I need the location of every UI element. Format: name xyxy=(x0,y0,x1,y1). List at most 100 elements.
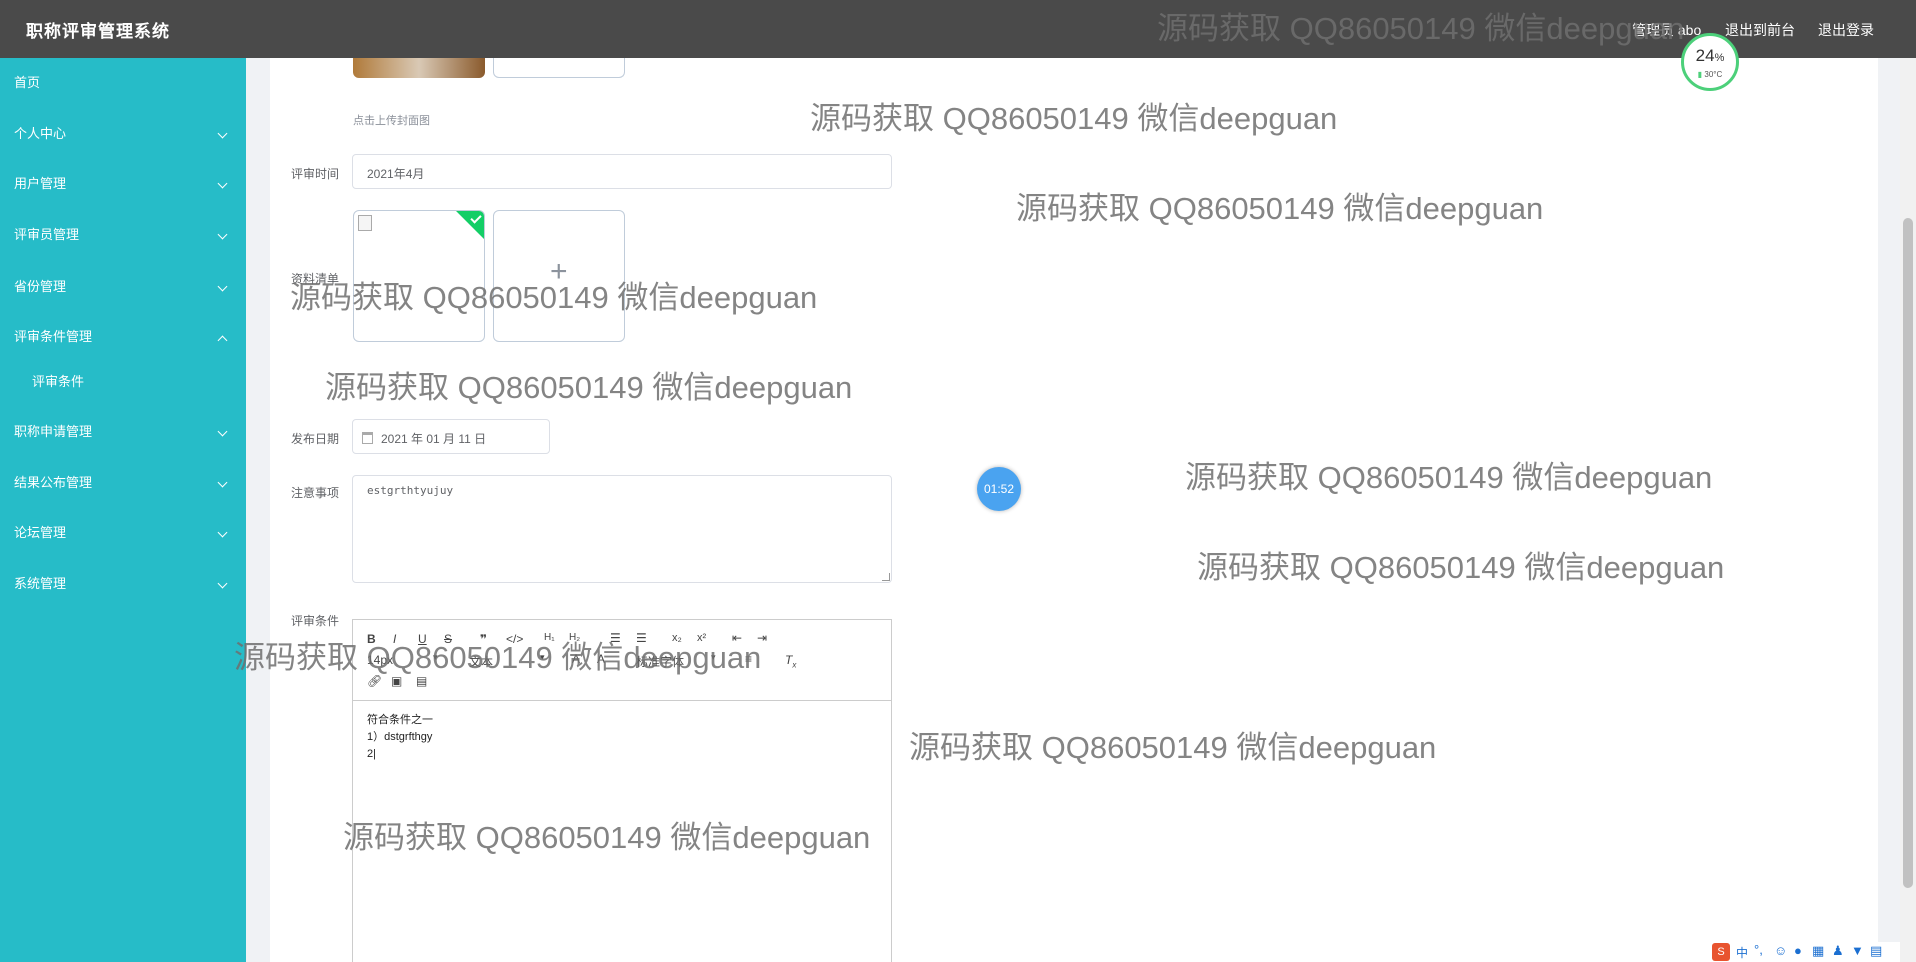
battery-widget[interactable]: 24% ▮ 30°C xyxy=(1681,33,1739,91)
sidebar-item-label: 省份管理 xyxy=(14,279,67,294)
sidebar-item-user-management[interactable]: 用户管理 xyxy=(0,164,246,204)
top-header: 职称评审管理系统 管理员 abo 退出到前台 退出登录 xyxy=(0,0,1916,58)
ime-skin-icon[interactable]: ▼ xyxy=(1851,943,1864,958)
page-scrollbar[interactable] xyxy=(1900,58,1916,962)
font-size-select[interactable]: 14px xyxy=(367,653,393,667)
chevron-up-icon xyxy=(217,335,228,346)
sidebar-item-label: 评审条件 xyxy=(32,374,85,389)
sidebar-item-label: 首页 xyxy=(14,75,41,90)
sidebar-item-review-conditions[interactable]: 评审条件 xyxy=(0,362,246,402)
chevron-down-icon xyxy=(217,128,228,139)
editor-content[interactable]: 符合条件之一 1）dstgrfthgy 2| xyxy=(367,712,433,763)
italic-icon[interactable]: I xyxy=(393,632,396,646)
logout-link[interactable]: 退出登录 xyxy=(1818,20,1874,40)
clear-format-icon[interactable]: Tx xyxy=(785,653,796,669)
background-color-icon[interactable]: A xyxy=(597,652,605,666)
chevron-down-icon xyxy=(217,281,228,292)
font-family-select[interactable]: 标准字体 xyxy=(636,653,684,670)
ordered-list-icon[interactable]: ☰ xyxy=(610,631,621,645)
sidebar-item-label: 系统管理 xyxy=(14,576,67,591)
font-type-select[interactable]: 文本 xyxy=(469,653,493,670)
ime-chinese-mode-icon[interactable]: 中 xyxy=(1736,944,1748,961)
sidebar-item-home[interactable]: 首页 xyxy=(0,63,246,103)
strikethrough-icon[interactable]: S xyxy=(444,632,452,646)
editor-line: 2| xyxy=(367,748,376,760)
outdent-icon[interactable]: ⇤ xyxy=(732,631,742,645)
ime-punctuation-icon[interactable]: °, xyxy=(1754,942,1763,957)
sidebar-item-title-application-management[interactable]: 职称申请管理 xyxy=(0,412,246,452)
sidebar-item-label: 评审条件管理 xyxy=(14,329,93,344)
bullet-list-icon[interactable]: ☰ xyxy=(636,631,647,645)
video-icon[interactable]: ▤ xyxy=(416,674,427,688)
sidebar-item-results-management[interactable]: 结果公布管理 xyxy=(0,463,246,503)
chevron-down-icon: ▾ xyxy=(433,652,438,662)
sidebar-item-forum-management[interactable]: 论坛管理 xyxy=(0,513,246,553)
bold-icon[interactable]: B xyxy=(367,632,376,646)
publish-date-input[interactable]: 2021 年 01 月 11 日 xyxy=(352,419,550,454)
temperature-text: 30°C xyxy=(1704,70,1723,79)
sidebar-item-reviewer-management[interactable]: 评审员管理 xyxy=(0,215,246,255)
cover-upload-box[interactable] xyxy=(493,58,625,78)
ime-user-icon[interactable]: ♟ xyxy=(1832,943,1844,959)
ime-voice-icon[interactable]: ● xyxy=(1794,943,1802,958)
image-icon[interactable]: ▣ xyxy=(391,674,402,688)
cover-upload-hint: 点击上传封面图 xyxy=(353,115,430,127)
ime-grid-icon[interactable]: ▤ xyxy=(1870,943,1882,959)
align-icon[interactable]: ≡ xyxy=(745,652,752,666)
publish-date-value: 2021 年 01 月 11 日 xyxy=(381,432,487,446)
publish-date-label: 发布日期 xyxy=(291,432,340,446)
superscript-icon[interactable]: x² xyxy=(697,632,706,644)
notes-label: 注意事项 xyxy=(291,486,340,500)
review-time-input[interactable]: 2021年4月 xyxy=(352,154,892,189)
chevron-down-icon xyxy=(217,477,228,488)
chevron-down-icon xyxy=(217,527,228,538)
ime-emoji-icon[interactable]: ☺ xyxy=(1774,943,1787,958)
quote-icon[interactable]: ❞ xyxy=(480,632,487,646)
scrollbar-thumb[interactable] xyxy=(1903,218,1913,888)
plus-icon: + xyxy=(550,255,568,288)
chevron-down-icon: ▾ xyxy=(711,652,716,662)
ime-keyboard-icon[interactable]: ▦ xyxy=(1812,943,1824,959)
editor-line: 符合条件之一 xyxy=(367,714,433,726)
sidebar-item-system-management[interactable]: 系统管理 xyxy=(0,564,246,604)
battery-unit: % xyxy=(1714,52,1725,64)
cover-image-thumbnail[interactable] xyxy=(353,58,485,78)
sidebar-item-review-conditions-management[interactable]: 评审条件管理 xyxy=(0,317,246,357)
text-color-icon[interactable]: A xyxy=(572,652,580,666)
chevron-down-icon xyxy=(217,229,228,240)
ime-toolbar[interactable]: S 中 °, ☺ ● ▦ ♟ ▼ ▤ xyxy=(1708,942,1916,962)
subscript-icon[interactable]: x₂ xyxy=(672,632,682,644)
underline-icon[interactable]: U xyxy=(418,632,427,646)
editor-line: 1）dstgrfthgy xyxy=(367,731,433,743)
chevron-down-icon xyxy=(217,178,228,189)
broken-image-icon xyxy=(358,215,372,231)
sidebar-item-label: 结果公布管理 xyxy=(14,475,93,490)
heading1-icon[interactable]: H₁ xyxy=(544,632,555,643)
material-upload-box[interactable]: + xyxy=(493,210,625,342)
rich-text-editor: B I U S ❞ </> H₁ H₂ ☰ ☰ x₂ x² ⇤ ⇥ 14px ▾… xyxy=(352,619,892,962)
app-title: 职称评审管理系统 xyxy=(26,22,170,41)
sidebar-item-label: 用户管理 xyxy=(14,176,67,191)
admin-user-label: 管理员 abo xyxy=(1632,22,1702,38)
heading2-icon[interactable]: H₂ xyxy=(569,632,580,643)
battery-percent: 24 xyxy=(1695,46,1715,65)
back-to-front-link[interactable]: 退出到前台 xyxy=(1725,20,1795,40)
uploaded-material-thumbnail[interactable] xyxy=(353,210,485,342)
sidebar-item-label: 评审员管理 xyxy=(14,227,80,242)
link-icon[interactable]: 🔗︎ xyxy=(367,674,382,688)
ime-logo-icon: S xyxy=(1712,943,1730,961)
sidebar-item-label: 职称申请管理 xyxy=(14,424,93,439)
code-icon[interactable]: </> xyxy=(506,632,523,646)
sidebar-item-province-management[interactable]: 省份管理 xyxy=(0,267,246,307)
sidebar-item-label: 论坛管理 xyxy=(14,525,67,540)
materials-label: 资料清单 xyxy=(291,272,340,286)
notes-textarea[interactable]: estgrthtyujuy xyxy=(352,475,892,583)
timer-bubble[interactable]: 01:52 xyxy=(977,467,1021,511)
chevron-down-icon xyxy=(217,578,228,589)
thermometer-icon: ▮ xyxy=(1697,70,1703,79)
timer-text: 01:52 xyxy=(983,482,1015,496)
calendar-icon xyxy=(362,432,373,444)
sidebar-item-personal-center[interactable]: 个人中心 xyxy=(0,114,246,154)
review-time-label: 评审时间 xyxy=(291,167,340,181)
indent-icon[interactable]: ⇥ xyxy=(757,631,767,645)
